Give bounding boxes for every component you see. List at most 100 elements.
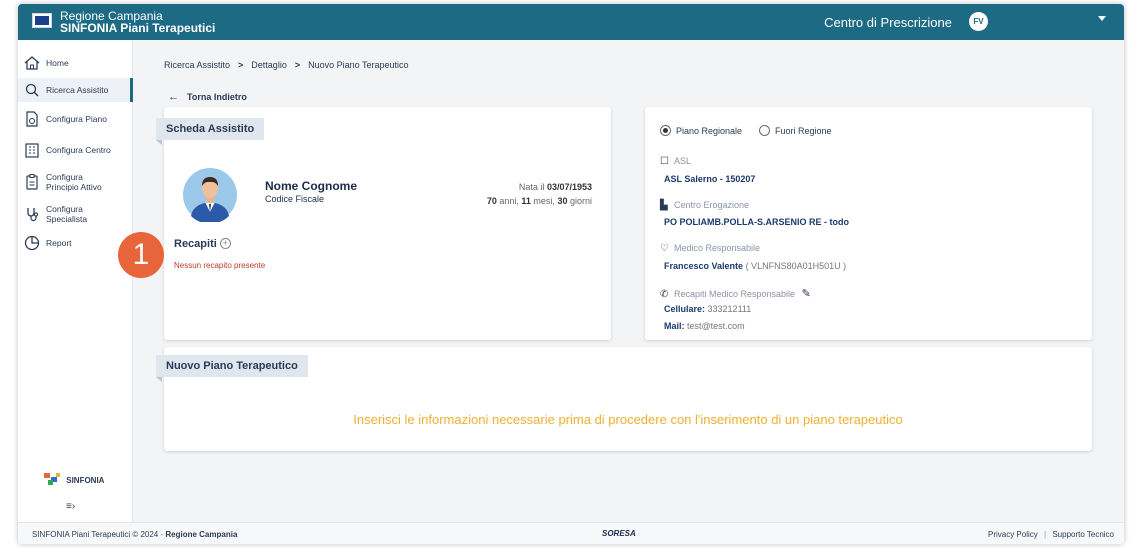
building-icon [18,141,46,159]
sidebar-item-label: Report [46,238,72,248]
radio-selected-icon [660,125,671,136]
sidebar-item-configura-principio-attivo[interactable]: Configura Principio Attivo [18,168,133,196]
center-label: Centro di Prescrizione [824,15,952,30]
doctor-label: Medico Responsabile [674,243,761,253]
sidebar-item-home[interactable]: Home [18,52,133,74]
breadcrumb: Ricerca Assistito > Dettaglio > Nuovo Piano … [164,60,409,70]
mail-value: test@test.com [687,321,745,331]
breadcrumb-ricerca-assistito[interactable]: Ricerca Assistito [164,60,230,70]
plan-info-card: Piano Regionale Fuori Regione ☐ ASL ASL S… [645,107,1092,340]
edit-pencil-icon[interactable]: ✎ [802,288,811,300]
app-title[interactable]: Regione Campania SINFONIA Piani Terapeut… [60,10,215,34]
clipboard-icon [18,173,46,191]
sinfonia-logo: SINFONIA [42,472,104,486]
contacts-heading: Recapiti + [174,238,231,250]
patient-fiscal-code: Codice Fiscale [265,194,325,204]
sidebar-item-label: Ricerca Assistito [46,85,109,95]
sidebar-item-ricerca-assistito[interactable]: Ricerca Assistito [18,78,133,102]
sidebar-item-report[interactable]: Report [18,232,133,254]
annotation-badge: 1 [118,232,164,278]
contacts-label: Recapiti [174,238,217,250]
age-days: 30 [557,196,568,206]
radio-fuori-regione-label: Fuori Regione [775,126,832,136]
age-years: 70 [486,196,497,206]
add-contact-icon[interactable]: + [219,238,231,249]
radio-piano-regionale[interactable]: Piano Regionale [660,125,742,136]
sidebar-item-label: Configura Centro [46,145,111,155]
age-years-label: anni, [499,196,519,206]
center-label: Centro Erogazione [674,200,750,210]
building-icon: ▙ [660,200,668,211]
breadcrumb-separator-icon: > [294,60,301,70]
footer-links: Privacy Policy | Supporto Tecnico [988,530,1114,539]
support-link[interactable]: Supporto Tecnico [1052,530,1114,539]
center-value: PO POLIAMB.POLLA-S.ARSENIO RE - todo [664,217,849,227]
new-plan-message: Inserisci le informazioni necessarie pri… [353,412,903,427]
footer: SINFONIA Piani Terapeutici © 2024 · Regi… [18,522,1124,544]
region-logo [32,13,52,28]
asl-label: ASL [674,156,692,166]
age-months: 11 [521,196,531,206]
footer-copyright-text: SINFONIA Piani Terapeutici © 2024 · [32,530,164,539]
user-menu-chevron-icon[interactable] [1098,16,1106,21]
breadcrumb-current: Nuovo Piano Terapeutico [308,60,409,70]
birth-date-value: 03/07/1953 [546,182,592,192]
radio-piano-regionale-label: Piano Regionale [676,126,743,136]
doctor-heading: ♡ Medico Responsabile [660,243,760,254]
birth-prefix: Nata il [518,182,545,192]
sinfonia-logo-icon [44,473,60,485]
footer-org[interactable]: Regione Campania [165,530,237,539]
sidebar-item-configura-piano[interactable]: Configura Piano [18,108,133,130]
doctor-value: Francesco Valente ( VLNFNS80A01H501U ) [664,261,846,271]
collapse-sidebar-icon[interactable]: ≡› [66,501,75,512]
sidebar-item-label: Configura Piano [46,114,107,124]
age-days-label: giorni [569,196,592,206]
breadcrumb-dettaglio[interactable]: Dettaglio [251,60,287,70]
mail-label: Mail: [664,321,685,331]
user-avatar[interactable]: FV [969,12,988,31]
phone-row: Cellulare: 333212111 [664,304,751,314]
patient-card: Scheda Assistito Nome Cognome Codice Fis… [156,107,611,340]
home-icon [18,54,46,72]
doctor-code: ( VLNFNS80A01H501U ) [745,261,847,271]
sidebar-item-label: Configura Principio Attivo [46,172,102,192]
footer-copyright: SINFONIA Piani Terapeutici © 2024 · Regi… [32,530,237,539]
doctor-contacts-heading: ✆ Recapiti Medico Responsabile ✎ [660,287,811,300]
asl-value: ASL Salerno - 150207 [664,174,756,184]
asl-heading: ☐ ASL [660,156,691,167]
sidebar-item-configura-centro[interactable]: Configura Centro [18,136,133,164]
sidebar: Home Ricerca Assistito Configura Piano C… [18,40,133,522]
age-months-label: mesi, [533,196,555,206]
stethoscope-icon: ♡ [660,243,669,254]
phone-value: 333212111 [707,304,752,314]
new-plan-card: Nuovo Piano Terapeutico [156,347,1092,451]
breadcrumb-separator-icon: > [238,60,244,70]
soresa-logo: SORESA [602,529,636,538]
back-label: Torna Indietro [187,92,247,102]
privacy-policy-link[interactable]: Privacy Policy [988,530,1038,539]
patient-card-title: Scheda Assistito [156,118,265,145]
top-bar: Regione Campania SINFONIA Piani Terapeut… [18,4,1124,40]
search-icon [18,82,46,98]
doctor-name: Francesco Valente [664,261,744,271]
bookmark-icon: ☐ [660,156,669,167]
stethoscope-icon [18,205,46,223]
radio-unselected-icon [759,125,770,136]
sidebar-item-label: Configura Specialista [46,204,88,224]
patient-name: Nome Cognome [265,179,358,193]
radio-fuori-regione[interactable]: Fuori Regione [759,125,832,136]
app-name: SINFONIA Piani Terapeutici [60,21,216,35]
phone-icon: ✆ [660,289,669,300]
patient-birth-date: Nata il 03/07/1953 [519,182,592,192]
app-window: Regione Campania SINFONIA Piani Terapeut… [18,4,1124,544]
doctor-contacts-label: Recapiti Medico Responsabile [674,289,796,299]
pie-chart-icon [18,234,46,252]
sidebar-item-configura-specialista[interactable]: Configura Specialista [18,200,133,228]
new-plan-title: Nuovo Piano Terapeutico [156,355,308,382]
sidebar-item-label: Home [46,58,69,68]
phone-label: Cellulare: [664,304,706,314]
patient-avatar [183,168,237,222]
patient-age: 70 anni, 11 mesi, 30 giorni [487,196,592,206]
mail-row: Mail: test@test.com [664,321,745,331]
back-link[interactable]: ← Torna Indietro [168,91,247,103]
